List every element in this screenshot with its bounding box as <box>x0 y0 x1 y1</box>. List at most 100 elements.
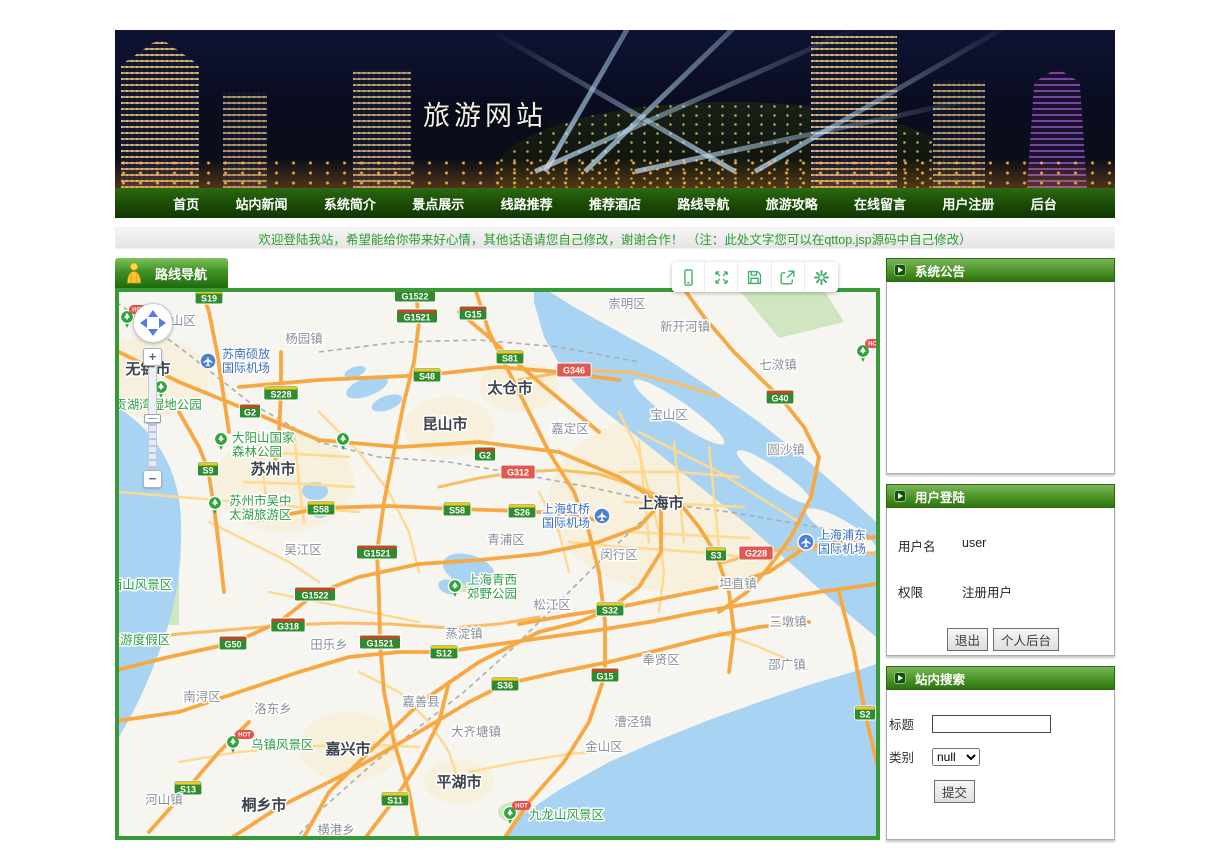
svg-text:西山风景区: 西山风景区 <box>119 578 172 592</box>
svg-text:国际机场: 国际机场 <box>542 516 590 530</box>
announcement-title: 系统公告 <box>915 261 965 280</box>
nav-item-2[interactable]: 站内新闻 <box>236 194 288 213</box>
nav-item-11[interactable]: 后台 <box>1031 194 1057 213</box>
route-map[interactable]: G1522G1521G15G40G2G2G1521G1522G318G1521G… <box>119 292 876 836</box>
tab-route-navigation[interactable]: 路线导航 <box>115 258 228 288</box>
pan-down-arrow-icon[interactable] <box>148 329 158 336</box>
svg-text:金山区: 金山区 <box>585 739 623 754</box>
nav-item-7[interactable]: 路线导航 <box>677 194 729 213</box>
arrow-bullet-icon <box>894 490 906 502</box>
map-toolbar <box>672 262 838 292</box>
search-category-select[interactable]: null <box>932 748 980 766</box>
svg-text:S36: S36 <box>497 681 513 691</box>
svg-text:S48: S48 <box>419 372 435 382</box>
share-button[interactable] <box>772 262 805 292</box>
svg-text:旅游度假区: 旅游度假区 <box>119 632 170 647</box>
svg-text:三墩镇: 三墩镇 <box>769 615 807 629</box>
svg-text:太仓市: 太仓市 <box>487 379 532 397</box>
svg-text:漕泾镇: 漕泾镇 <box>614 715 652 729</box>
svg-text:G318: G318 <box>277 622 299 632</box>
nav-item-10[interactable]: 用户注册 <box>942 194 994 213</box>
announcement-header: 系统公告 <box>886 258 1115 282</box>
svg-text:S3: S3 <box>710 551 721 561</box>
panel-site-search: 站内搜索 标题 类别 null 提交 <box>886 666 1115 840</box>
svg-text:S2: S2 <box>859 710 870 720</box>
svg-text:S11: S11 <box>387 796 403 806</box>
fullscreen-button[interactable] <box>705 262 738 292</box>
svg-text:吴江区: 吴江区 <box>284 543 322 557</box>
zoom-slider-handle[interactable] <box>144 414 161 423</box>
welcome-notice-text: 欢迎登陆我站，希望能给你带来好心情，其他话语请您自己修改，谢谢合作！ （注：此处… <box>258 229 971 248</box>
svg-text:S81: S81 <box>502 354 518 364</box>
save-button[interactable] <box>738 262 771 292</box>
nav-item-3[interactable]: 系统简介 <box>324 194 376 213</box>
username-value: user <box>962 536 986 555</box>
svg-text:圆沙镇: 圆沙镇 <box>767 443 805 457</box>
svg-text:奉贤区: 奉贤区 <box>642 653 680 667</box>
nav-item-8[interactable]: 旅游攻略 <box>766 194 818 213</box>
username-label: 用户名 <box>898 536 962 555</box>
svg-text:南浔区: 南浔区 <box>183 689 221 704</box>
svg-text:S19: S19 <box>201 294 217 304</box>
svg-text:杨园镇: 杨园镇 <box>285 331 323 346</box>
personal-admin-button[interactable]: 个人后台 <box>993 628 1059 651</box>
svg-text:S228: S228 <box>270 390 291 400</box>
map-column: 路线导航 G1522G1521G15G40G2G2G1521G1522G318G… <box>115 258 880 840</box>
role-value: 注册用户 <box>962 582 1012 601</box>
zoom-slider-track[interactable] <box>148 367 157 469</box>
svg-text:河山镇: 河山镇 <box>145 793 183 807</box>
svg-text:苏南硕放: 苏南硕放 <box>222 346 270 361</box>
page-wrapper: 旅游网站 首页站内新闻系统简介景点展示线路推荐推荐酒店路线导航旅游攻略在线留言用… <box>115 0 1115 850</box>
svg-text:七滧镇: 七滧镇 <box>759 357 797 372</box>
svg-text:平湖市: 平湖市 <box>436 773 481 791</box>
search-title: 站内搜索 <box>915 669 965 688</box>
zoom-slider-ticks <box>149 420 156 468</box>
svg-text:苏州市吴中: 苏州市吴中 <box>229 493 292 508</box>
nav-item-5[interactable]: 线路推荐 <box>501 194 553 213</box>
search-submit-button[interactable]: 提交 <box>934 780 975 803</box>
search-body: 标题 类别 null 提交 <box>886 690 1115 840</box>
svg-text:G312: G312 <box>507 468 529 478</box>
svg-text:洛东乡: 洛东乡 <box>254 701 292 716</box>
map-panel[interactable]: G1522G1521G15G40G2G2G1521G1522G318G1521G… <box>115 288 880 840</box>
fullscreen-icon <box>712 268 731 287</box>
settings-icon <box>812 268 831 287</box>
arrow-bullet-icon <box>894 264 906 276</box>
svg-text:G1522: G1522 <box>301 591 328 601</box>
save-icon <box>745 268 764 287</box>
svg-text:太湖旅游区: 太湖旅游区 <box>229 507 292 522</box>
svg-text:嘉定区: 嘉定区 <box>551 421 589 436</box>
svg-text:G15: G15 <box>596 672 613 682</box>
welcome-notice-bar: 欢迎登陆我站，希望能给你带来好心情，其他话语请您自己修改，谢谢合作！ （注：此处… <box>115 227 1115 249</box>
svg-text:上海市: 上海市 <box>638 494 683 512</box>
svg-text:G346: G346 <box>563 366 585 376</box>
pan-right-arrow-icon[interactable] <box>159 318 166 328</box>
svg-text:嘉善县: 嘉善县 <box>402 694 440 709</box>
search-keyword-input[interactable] <box>932 715 1051 733</box>
nav-item-4[interactable]: 景点展示 <box>412 194 464 213</box>
svg-text:崇明区: 崇明区 <box>608 297 646 311</box>
nav-item-1[interactable]: 首页 <box>173 194 199 213</box>
nav-item-6[interactable]: 推荐酒店 <box>589 194 641 213</box>
svg-text:S32: S32 <box>602 606 618 616</box>
svg-text:桐乡市: 桐乡市 <box>241 796 286 814</box>
search-category-label: 类别 <box>889 747 932 766</box>
svg-text:S12: S12 <box>436 649 452 659</box>
nav-item-9[interactable]: 在线留言 <box>854 194 906 213</box>
svg-text:横港乡: 横港乡 <box>317 823 355 836</box>
zoom-out-button[interactable]: − <box>143 470 162 488</box>
svg-text:新开河镇: 新开河镇 <box>660 319 710 334</box>
svg-text:九龙山风景区: 九龙山风景区 <box>529 808 604 822</box>
svg-text:松江区: 松江区 <box>533 598 571 612</box>
map-pan-compass[interactable] <box>133 303 173 343</box>
pan-up-arrow-icon[interactable] <box>148 310 158 317</box>
zoom-in-button[interactable]: + <box>143 348 162 366</box>
mobile-preview-button[interactable] <box>672 262 705 292</box>
settings-button[interactable] <box>805 262 838 292</box>
svg-text:G1521: G1521 <box>363 549 390 559</box>
map-tab-label: 路线导航 <box>155 264 207 283</box>
login-header: 用户登陆 <box>886 484 1115 508</box>
logout-button[interactable]: 退出 <box>947 628 988 651</box>
pan-left-arrow-icon[interactable] <box>140 318 147 328</box>
svg-text:G40: G40 <box>771 394 788 404</box>
